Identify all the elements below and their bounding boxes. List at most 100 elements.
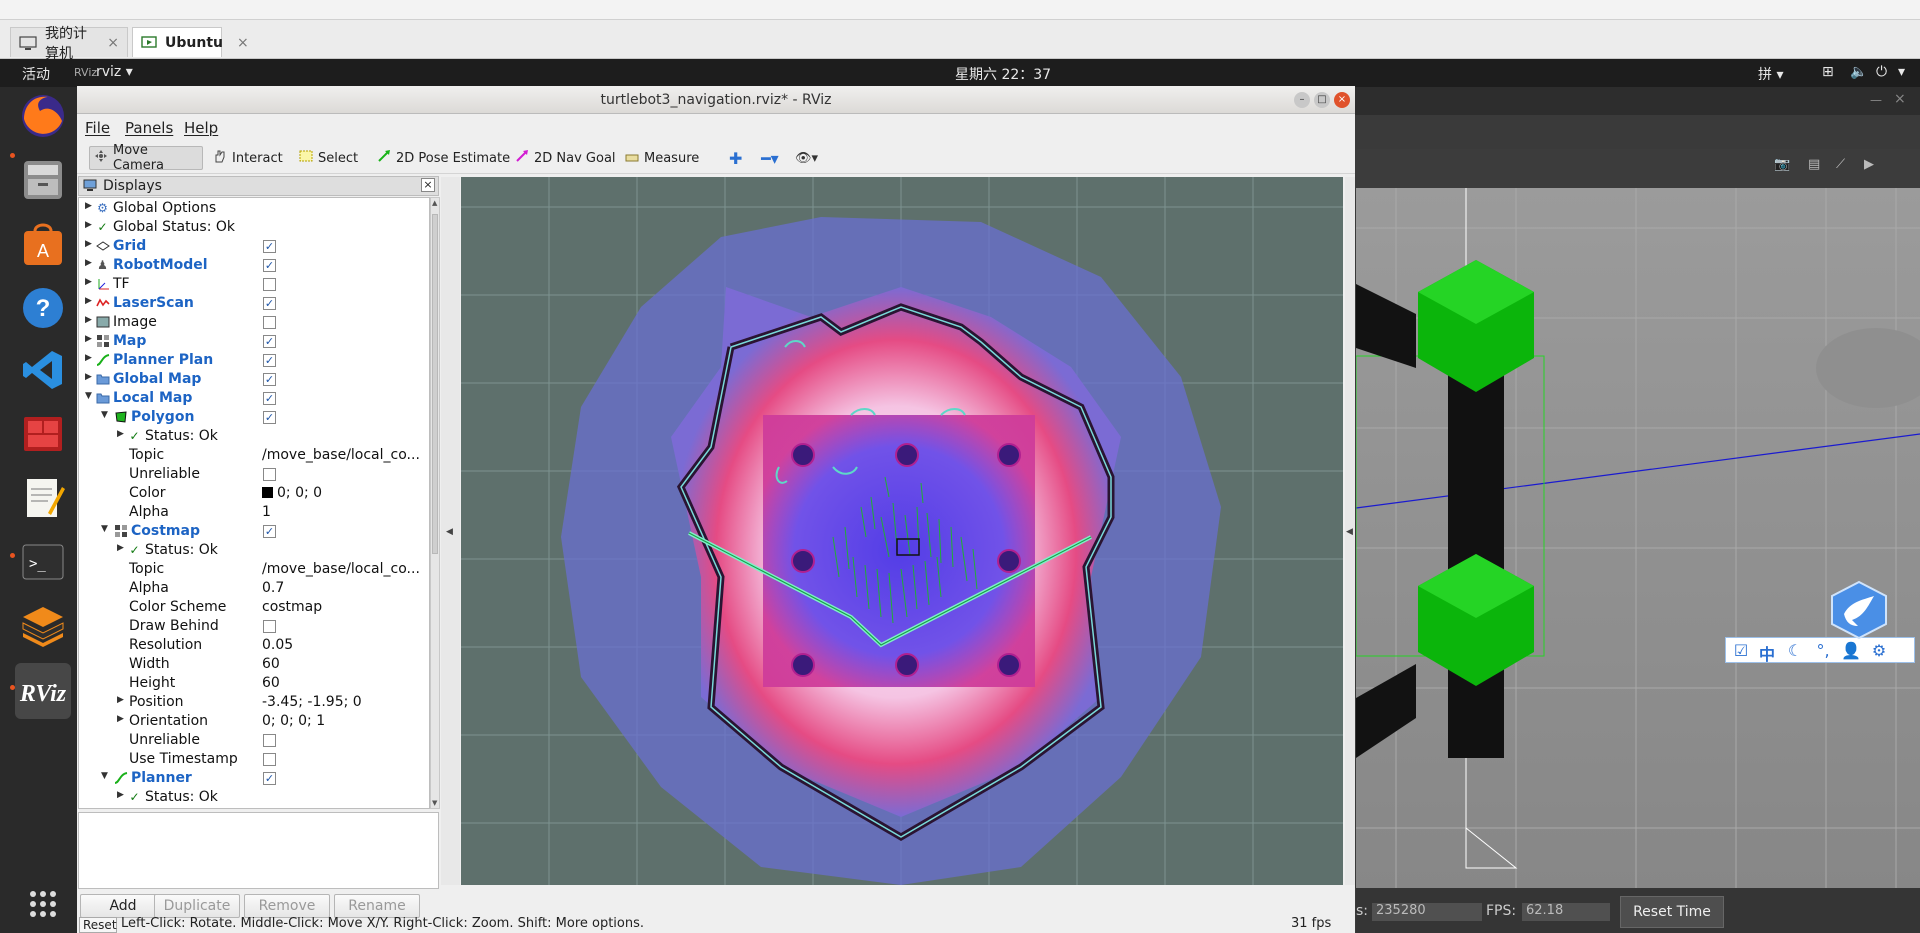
rename-button[interactable]: Rename bbox=[334, 894, 420, 918]
interact-tool[interactable]: Interact bbox=[209, 146, 287, 170]
checkbox[interactable]: ✓ bbox=[263, 240, 276, 253]
log-icon[interactable]: ▤ bbox=[1808, 157, 1820, 172]
tree-row[interactable]: ▶ Planner Plan ✓ bbox=[79, 351, 429, 370]
app-grid-icon[interactable] bbox=[18, 879, 68, 929]
tree-row[interactable]: ▼ Polygon ✓ bbox=[79, 408, 429, 427]
close-icon[interactable]: × bbox=[237, 35, 249, 51]
expand-right-icon[interactable]: ▶ bbox=[85, 220, 92, 230]
close-icon[interactable]: × bbox=[107, 35, 119, 51]
rviz-dock-icon[interactable]: RViz bbox=[15, 663, 71, 719]
tree-scrollbar[interactable]: ▲ ▼ bbox=[430, 197, 440, 809]
gazebo-scene[interactable] bbox=[1356, 188, 1920, 888]
tree-row[interactable]: ▶ ✓ Global Status: Ok bbox=[79, 218, 429, 237]
camera-icon[interactable]: 📷 bbox=[1774, 157, 1790, 172]
rviz-titlebar[interactable]: turtlebot3_navigation.rviz* - RViz – □ × bbox=[77, 86, 1355, 114]
checkbox[interactable] bbox=[263, 753, 276, 766]
tree-row[interactable]: Resolution 0.05 bbox=[79, 636, 429, 655]
host-tab-ubuntu[interactable]: Ubuntu × bbox=[132, 27, 249, 57]
host-tab-my-computer[interactable]: 我的计算机 × bbox=[10, 26, 128, 62]
network-icon[interactable]: ⊞ bbox=[1822, 64, 1834, 80]
tree-row[interactable]: Color Scheme costmap bbox=[79, 598, 429, 617]
tree-row[interactable]: Unreliable bbox=[79, 731, 429, 750]
chevron-up-icon[interactable]: ▲ bbox=[432, 199, 437, 207]
checkbox[interactable]: ✓ bbox=[263, 297, 276, 310]
moon-icon[interactable]: ☾ bbox=[1784, 641, 1806, 661]
checkbox[interactable]: ✓ bbox=[263, 354, 276, 367]
minimize-icon[interactable]: – bbox=[1294, 92, 1310, 108]
tree-row[interactable]: Alpha 0.7 bbox=[79, 579, 429, 598]
row-value[interactable]: 0.05 bbox=[262, 637, 427, 653]
tree-row[interactable]: ▶ ✓ Status: Ok bbox=[79, 788, 429, 807]
pose-estimate-tool[interactable]: 2D Pose Estimate bbox=[373, 146, 514, 170]
row-value[interactable]: 0.7 bbox=[262, 580, 427, 596]
expand-right-icon[interactable]: ▶ bbox=[117, 695, 124, 705]
row-value[interactable]: 1 bbox=[262, 504, 427, 520]
move-camera-tool[interactable]: Move Camera bbox=[89, 143, 203, 173]
menu-panels[interactable]: Panels bbox=[125, 119, 173, 137]
tree-row[interactable]: ▶ LaserScan ✓ bbox=[79, 294, 429, 313]
expand-right-icon[interactable]: ▶ bbox=[85, 239, 92, 249]
tree-row[interactable]: ▶ Grid ✓ bbox=[79, 237, 429, 256]
expand-right-icon[interactable]: ▶ bbox=[85, 296, 92, 306]
ime-chinese-toggle[interactable]: 中 bbox=[1756, 641, 1778, 664]
expand-right-icon[interactable]: ▶ bbox=[117, 429, 124, 439]
checkbox[interactable] bbox=[263, 734, 276, 747]
files-icon[interactable] bbox=[18, 155, 68, 205]
expand-right-icon[interactable]: ▶ bbox=[85, 277, 92, 287]
tree-row[interactable]: ▼ Costmap ✓ bbox=[79, 522, 429, 541]
checkbox[interactable]: ✓ bbox=[263, 772, 276, 785]
tree-row[interactable]: ▶ ✓ Status: Ok bbox=[79, 427, 429, 446]
vscode-icon[interactable] bbox=[18, 345, 68, 395]
tree-row[interactable]: Height 60 bbox=[79, 674, 429, 693]
tree-row[interactable]: Topic/move_base/local_co... bbox=[79, 446, 429, 465]
expand-right-icon[interactable]: ▶ bbox=[85, 372, 92, 382]
tree-row[interactable]: Alpha 1 bbox=[79, 503, 429, 522]
tree-row[interactable]: Topic/move_base/local_co... bbox=[79, 560, 429, 579]
checkbox[interactable]: ✓ bbox=[263, 392, 276, 405]
measure-tool[interactable]: Measure bbox=[621, 146, 703, 170]
checkbox[interactable]: ✓ bbox=[263, 259, 276, 272]
gear-icon[interactable]: ⚙ bbox=[1868, 641, 1890, 661]
expand-down-icon[interactable]: ▼ bbox=[101, 771, 108, 781]
checkbox[interactable] bbox=[263, 468, 276, 481]
left-splitter[interactable]: ◀ bbox=[441, 177, 460, 885]
ime-bird-icon[interactable] bbox=[1828, 580, 1890, 640]
user-icon[interactable]: 👤 bbox=[1840, 641, 1862, 661]
expand-down-icon[interactable]: ▼ bbox=[101, 410, 108, 420]
punctuation-icon[interactable]: °, bbox=[1812, 641, 1834, 661]
power-icon[interactable]: ⏻ bbox=[1876, 64, 1887, 80]
expand-right-icon[interactable]: ▶ bbox=[85, 353, 92, 363]
tree-row[interactable]: ▶ Orientation 0; 0; 0; 1 bbox=[79, 712, 429, 731]
close-icon[interactable]: × bbox=[1894, 91, 1906, 107]
tree-row[interactable]: ▶ Image bbox=[79, 313, 429, 332]
help-icon[interactable]: ? bbox=[18, 283, 68, 333]
tree-row[interactable]: ▼ Local Map ✓ bbox=[79, 389, 429, 408]
checkbox[interactable]: ✓ bbox=[263, 525, 276, 538]
tree-row[interactable]: Color 0; 0; 0 bbox=[79, 484, 429, 503]
input-method-menu[interactable]: 拼 ▾ bbox=[1758, 64, 1783, 84]
checkbox[interactable] bbox=[263, 278, 276, 291]
plot-icon[interactable]: ⟋ bbox=[1836, 157, 1845, 172]
eye-icon[interactable]: 👁▾ bbox=[791, 146, 822, 170]
add-tool-icon[interactable]: ✚ bbox=[725, 146, 746, 170]
maximize-icon[interactable]: □ bbox=[1314, 92, 1330, 108]
minimize-icon[interactable]: — bbox=[1870, 93, 1882, 107]
row-value[interactable]: 0; 0; 0; 1 bbox=[262, 713, 427, 729]
checkbox[interactable]: ✓ bbox=[263, 335, 276, 348]
volume-icon[interactable]: 🔈 bbox=[1850, 64, 1867, 80]
tree-row[interactable]: ▶ Position -3.45; -1.95; 0 bbox=[79, 693, 429, 712]
reset-button[interactable]: Reset bbox=[79, 917, 117, 933]
activities-button[interactable]: 活动 bbox=[22, 64, 50, 84]
tree-row[interactable]: ▶ ⚙ Global Options bbox=[79, 199, 429, 218]
expand-down-icon[interactable]: ▼ bbox=[101, 524, 108, 534]
expand-right-icon[interactable]: ▶ bbox=[85, 334, 92, 344]
terminator-icon[interactable] bbox=[18, 409, 68, 459]
expand-right-icon[interactable]: ▶ bbox=[85, 258, 92, 268]
row-value[interactable]: /move_base/local_co... bbox=[262, 561, 427, 577]
expand-down-icon[interactable]: ▼ bbox=[85, 391, 92, 401]
tree-row[interactable]: ▶ TF bbox=[79, 275, 429, 294]
terminal-icon[interactable]: >_ bbox=[18, 537, 68, 587]
row-value[interactable]: costmap bbox=[262, 599, 427, 615]
scrollbar-thumb[interactable] bbox=[432, 214, 438, 554]
ime-pen-icon[interactable]: ☑ bbox=[1730, 641, 1752, 661]
